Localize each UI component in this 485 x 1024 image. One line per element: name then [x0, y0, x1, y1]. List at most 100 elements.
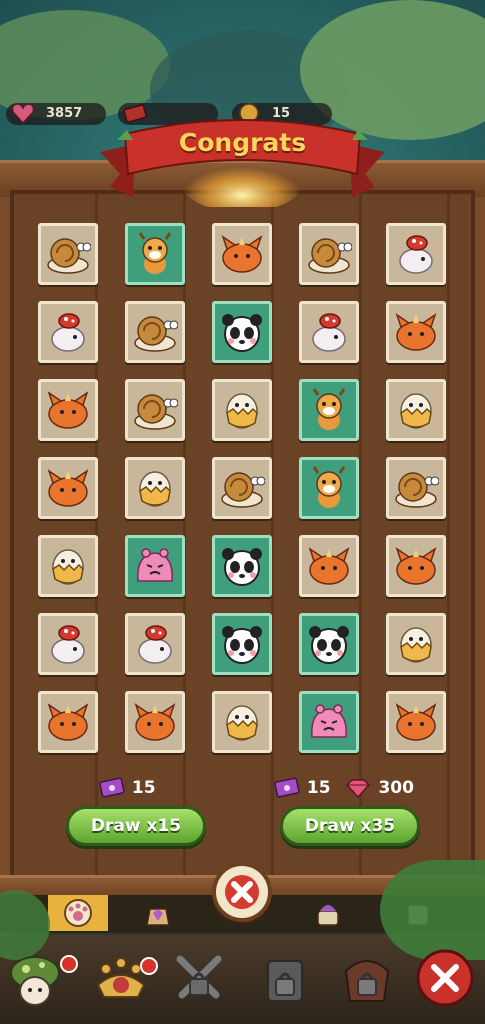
- reward-card[interactable]: [386, 613, 446, 675]
- egg-chick-icon: [400, 627, 432, 663]
- reward-card[interactable]: [38, 691, 98, 753]
- reward-card[interactable]: [299, 535, 359, 597]
- reward-card[interactable]: [38, 223, 98, 285]
- banner-title: Congrats: [178, 128, 307, 157]
- reward-card[interactable]: [299, 613, 359, 675]
- mushroom-bird-icon: [399, 235, 433, 274]
- reward-card[interactable]: [299, 379, 359, 441]
- snail-icon: [134, 316, 178, 352]
- snail-icon: [134, 394, 178, 430]
- close-button[interactable]: [212, 862, 272, 922]
- tab-creature[interactable]: [298, 895, 358, 931]
- nav-shrine[interactable]: [334, 945, 400, 1011]
- draw-x15-button[interactable]: Draw x15: [66, 806, 206, 846]
- egg-chick-icon: [139, 471, 171, 507]
- reward-card[interactable]: [125, 613, 185, 675]
- close-icon: [225, 875, 259, 909]
- snail-icon: [47, 238, 91, 274]
- reward-card[interactable]: [38, 457, 98, 519]
- deer-icon: [138, 232, 172, 274]
- mushroom-bird-icon: [312, 313, 346, 352]
- tab-paw[interactable]: [48, 895, 108, 931]
- egg-chick-icon: [400, 393, 432, 429]
- deer-icon: [312, 466, 346, 508]
- mushroom-hero-icon: [10, 956, 60, 1006]
- panda-icon: [222, 314, 262, 352]
- heart-resource: 3857: [6, 103, 106, 125]
- fox-icon: [47, 703, 89, 741]
- reward-card[interactable]: [125, 535, 185, 597]
- deer-icon: [312, 388, 346, 430]
- reward-card[interactable]: [386, 457, 446, 519]
- locked-shrine-icon: [344, 960, 390, 1002]
- gem-bag-tab-icon: [146, 908, 170, 926]
- reward-card[interactable]: [212, 301, 272, 363]
- reward-card[interactable]: [125, 223, 185, 285]
- snail-icon: [308, 238, 352, 274]
- snail-icon: [395, 472, 439, 508]
- fox-icon: [395, 313, 437, 351]
- reward-card[interactable]: [212, 691, 272, 753]
- mushroom-bird-icon: [51, 313, 85, 352]
- heart-gem-icon: [11, 103, 35, 125]
- reward-card[interactable]: [299, 223, 359, 285]
- reward-card[interactable]: [386, 223, 446, 285]
- reward-card[interactable]: [212, 535, 272, 597]
- reward-card[interactable]: [212, 613, 272, 675]
- nav-close-button[interactable]: [412, 945, 478, 1011]
- panda-icon: [222, 626, 262, 664]
- reward-card[interactable]: [212, 457, 272, 519]
- fox-icon: [134, 703, 176, 741]
- nav-paw[interactable]: [88, 945, 158, 1011]
- nav-battle[interactable]: [166, 945, 232, 1011]
- reward-card[interactable]: [125, 301, 185, 363]
- paw-tab-icon: [64, 899, 92, 927]
- draw35-gem-cost: 300: [378, 778, 414, 798]
- fox-icon: [308, 547, 350, 585]
- pink-slime-icon: [311, 704, 347, 738]
- notification-dot: [60, 955, 78, 973]
- snail-icon: [221, 472, 265, 508]
- fox-icon: [395, 547, 437, 585]
- reward-card[interactable]: [212, 223, 272, 285]
- egg-chick-icon: [52, 549, 84, 585]
- draw-x35-button[interactable]: Draw x35: [280, 806, 420, 846]
- crossed-swords-icon: [176, 955, 222, 999]
- reward-card[interactable]: [125, 379, 185, 441]
- reward-card[interactable]: [386, 691, 446, 753]
- reward-card[interactable]: [212, 379, 272, 441]
- reward-card[interactable]: [38, 613, 98, 675]
- gem-icon: [345, 779, 370, 799]
- reward-card[interactable]: [125, 691, 185, 753]
- creature-tab-icon: [317, 905, 339, 926]
- draw35-cost: 15 300: [273, 776, 414, 800]
- locked-tower-icon: [267, 960, 303, 1002]
- reward-card[interactable]: [38, 535, 98, 597]
- notification-dot: [140, 957, 158, 975]
- tab-gem-bag[interactable]: [128, 895, 188, 931]
- congrats-banner: [100, 119, 385, 207]
- heart-count: 3857: [46, 106, 83, 121]
- reward-card[interactable]: [299, 691, 359, 753]
- reward-card[interactable]: [299, 301, 359, 363]
- draw15-ticket-cost: 15: [131, 778, 156, 798]
- fox-icon: [47, 391, 89, 429]
- nav-hero[interactable]: [2, 945, 78, 1011]
- ticket-icon: [274, 777, 300, 798]
- mushroom-bird-icon: [51, 625, 85, 664]
- nav-tower[interactable]: [252, 945, 318, 1011]
- reward-card[interactable]: [386, 301, 446, 363]
- reward-card[interactable]: [386, 379, 446, 441]
- reward-card[interactable]: [386, 535, 446, 597]
- reward-card[interactable]: [38, 379, 98, 441]
- ticket-icon: [99, 777, 125, 798]
- reward-card[interactable]: [299, 457, 359, 519]
- fox-icon: [221, 235, 263, 273]
- reward-card[interactable]: [125, 457, 185, 519]
- panda-icon: [309, 626, 349, 664]
- close-icon: [416, 949, 474, 1007]
- draw35-ticket-cost: 15: [306, 778, 331, 798]
- mushroom-bird-icon: [138, 625, 172, 664]
- reward-card[interactable]: [38, 301, 98, 363]
- egg-chick-icon: [226, 705, 258, 741]
